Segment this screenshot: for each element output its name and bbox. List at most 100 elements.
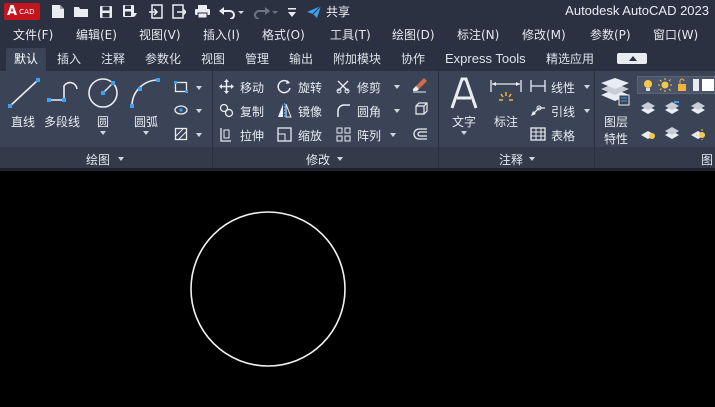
leader-icon — [530, 103, 545, 117]
ribbon-minimize-button[interactable] — [617, 53, 647, 64]
array-dropdown[interactable] — [390, 133, 396, 137]
circle-label[interactable]: 圆 — [97, 113, 109, 130]
array-label[interactable]: 阵列 — [357, 127, 381, 144]
table-label[interactable]: 表格 — [551, 127, 575, 144]
move-label[interactable]: 移动 — [240, 79, 264, 96]
modify-panel-dropdown[interactable] — [337, 157, 343, 161]
annotation-panel-title[interactable]: 注释 — [499, 151, 523, 168]
text-dropdown[interactable] — [461, 131, 467, 135]
menu-edit[interactable]: 编辑(E) — [76, 26, 117, 43]
layer-tool-1-icon[interactable] — [640, 101, 655, 115]
menu-file[interactable]: 文件(F) — [13, 26, 53, 43]
redo-icon[interactable] — [252, 2, 278, 21]
dimension-label[interactable]: 标注 — [494, 113, 518, 130]
tab-manage[interactable]: 管理 — [245, 50, 269, 67]
tab-addins[interactable]: 附加模块 — [333, 50, 381, 67]
erase-icon[interactable] — [412, 77, 427, 93]
menu-insert[interactable]: 插入(I) — [203, 26, 240, 43]
menu-tools[interactable]: 工具(T) — [330, 26, 371, 43]
tab-default[interactable]: 默认 — [6, 48, 47, 71]
save-icon[interactable] — [98, 2, 114, 21]
menu-draw[interactable]: 绘图(D) — [392, 26, 435, 43]
layer-properties-label-1[interactable]: 图层 — [604, 113, 628, 130]
print-icon[interactable] — [193, 2, 211, 21]
hatch-dropdown[interactable] — [196, 133, 202, 137]
trim-dropdown[interactable] — [394, 85, 400, 89]
draw-panel-dropdown[interactable] — [118, 157, 124, 161]
text-label[interactable]: 文字 — [452, 113, 476, 130]
tab-output[interactable]: 输出 — [289, 50, 313, 67]
tab-collaborate[interactable]: 协作 — [401, 50, 425, 67]
tab-parametric[interactable]: 参数化 — [145, 50, 181, 67]
layer-tool-5-icon[interactable] — [664, 126, 679, 140]
scale-label[interactable]: 缩放 — [298, 127, 322, 144]
layer-tool-3-icon[interactable] — [690, 101, 705, 115]
linear-dropdown[interactable] — [584, 85, 590, 89]
menu-format[interactable]: 格式(O) — [262, 26, 305, 43]
layer-tool-4-icon[interactable] — [640, 126, 655, 140]
menu-window[interactable]: 窗口(W) — [653, 26, 698, 43]
drawing-viewport[interactable] — [0, 168, 715, 407]
tab-annotate[interactable]: 注释 — [101, 50, 125, 67]
rectangle-dropdown[interactable] — [196, 86, 202, 90]
tab-featured-apps[interactable]: 精选应用 — [546, 50, 594, 67]
rotate-label[interactable]: 旋转 — [298, 79, 322, 96]
menu-dimension[interactable]: 标注(N) — [457, 26, 499, 43]
menu-parametric[interactable]: 参数(P) — [590, 26, 631, 43]
offset-icon[interactable] — [412, 127, 427, 141]
circle-dropdown[interactable] — [100, 131, 106, 135]
arc-dropdown[interactable] — [143, 131, 149, 135]
line-tool[interactable] — [7, 77, 41, 112]
circle-tool[interactable] — [86, 76, 120, 113]
leader-label[interactable]: 引线 — [551, 103, 575, 120]
arc-label[interactable]: 圆弧 — [134, 113, 158, 130]
rectangle-icon[interactable] — [174, 80, 188, 94]
layers-panel-title[interactable]: 图 — [701, 151, 713, 168]
share-button[interactable]: 共享 — [306, 2, 350, 21]
explode-icon[interactable] — [412, 102, 428, 116]
hatch-icon[interactable] — [174, 127, 188, 141]
stretch-label[interactable]: 拉伸 — [240, 127, 264, 144]
drawn-circle[interactable] — [190, 211, 346, 367]
annotation-panel-dropdown[interactable] — [529, 157, 535, 161]
line-label[interactable]: 直线 — [11, 113, 35, 130]
fillet-label[interactable]: 圆角 — [357, 103, 381, 120]
export-icon[interactable] — [171, 2, 187, 21]
open-folder-icon[interactable] — [72, 2, 90, 21]
ribbon-tabs: 默认 插入 注释 参数化 视图 管理 输出 附加模块 协作 Express To… — [0, 45, 715, 71]
trim-label[interactable]: 修剪 — [357, 79, 381, 96]
modify-panel-title[interactable]: 修改 — [306, 151, 330, 168]
tab-view[interactable]: 视图 — [201, 50, 225, 67]
layer-properties-tool[interactable] — [599, 77, 631, 112]
ellipse-dropdown[interactable] — [196, 109, 202, 113]
menu-modify[interactable]: 修改(M) — [522, 26, 566, 43]
leader-dropdown[interactable] — [584, 109, 590, 113]
layer-tool-6-icon[interactable] — [690, 126, 705, 140]
mirror-label[interactable]: 镜像 — [298, 103, 322, 120]
text-tool[interactable] — [448, 76, 480, 113]
layer-tool-2-icon[interactable] — [664, 101, 679, 115]
save-as-icon[interactable] — [121, 2, 139, 21]
new-file-icon[interactable] — [50, 2, 66, 21]
menu-view[interactable]: 视图(V) — [139, 26, 181, 43]
polyline-tool[interactable] — [46, 80, 80, 109]
fillet-dropdown[interactable] — [394, 109, 400, 113]
linear-label[interactable]: 线性 — [551, 79, 575, 96]
dimension-tool[interactable] — [489, 78, 523, 111]
polyline-label[interactable]: 多段线 — [44, 113, 80, 130]
undo-icon[interactable] — [218, 2, 244, 21]
import-icon[interactable] — [148, 2, 164, 21]
move-icon — [219, 79, 234, 94]
draw-panel-title[interactable]: 绘图 — [86, 151, 110, 168]
tab-insert[interactable]: 插入 — [57, 50, 81, 67]
customize-icon[interactable] — [286, 2, 298, 21]
ellipse-icon[interactable] — [174, 103, 188, 117]
tab-express-tools[interactable]: Express Tools — [445, 51, 526, 66]
arc-tool[interactable] — [128, 76, 162, 113]
drawing-canvas[interactable] — [0, 168, 715, 407]
layer-dropdown[interactable] — [637, 76, 715, 94]
app-logo[interactable]: A CAD — [4, 3, 40, 20]
layer-properties-label-2[interactable]: 特性 — [604, 130, 628, 147]
copy-icon — [219, 103, 234, 118]
copy-label[interactable]: 复制 — [240, 103, 264, 120]
